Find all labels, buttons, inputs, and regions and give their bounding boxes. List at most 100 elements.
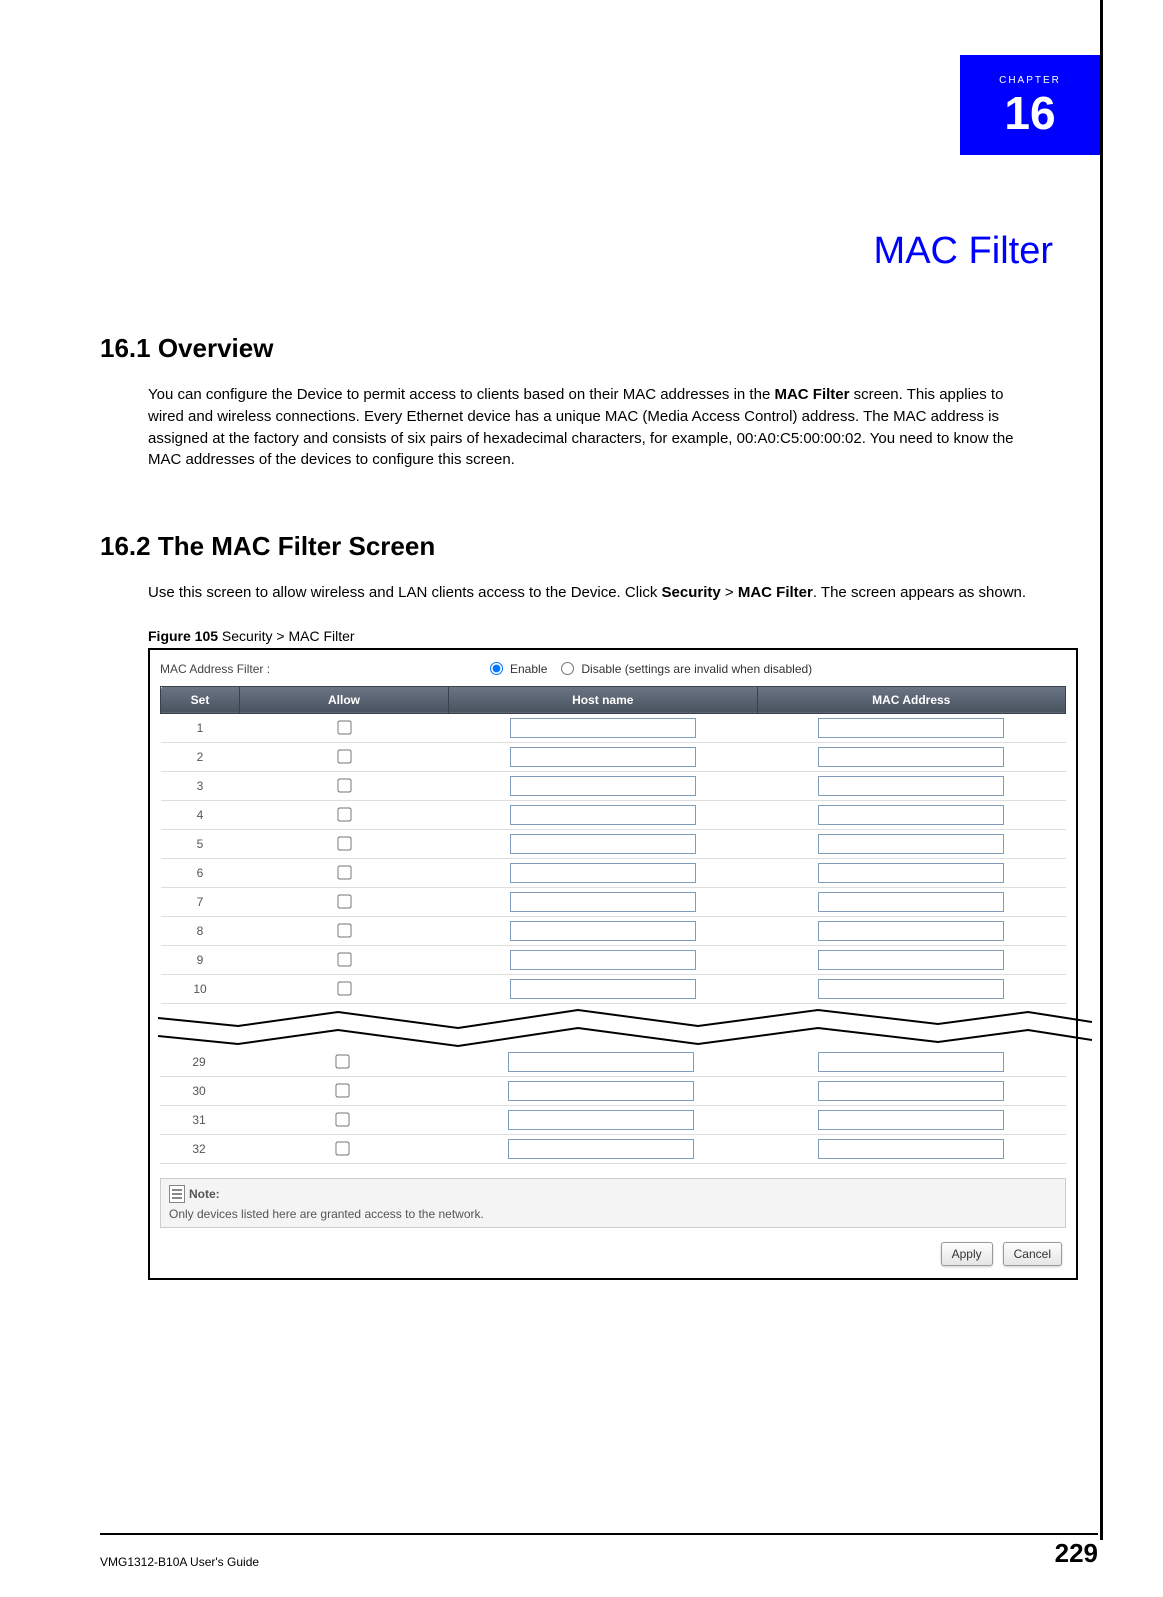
button-row: Apply Cancel <box>160 1242 1062 1266</box>
set-cell: 1 <box>161 713 240 742</box>
body-text: You can configure the Device to permit a… <box>148 386 774 403</box>
allow-checkbox[interactable] <box>335 1055 349 1069</box>
allow-cell <box>240 945 449 974</box>
mac-cell <box>757 829 1066 858</box>
cancel-button[interactable]: Cancel <box>1003 1242 1062 1266</box>
mac-input[interactable] <box>818 747 1004 767</box>
host-cell <box>449 887 758 916</box>
mac-cell <box>757 916 1066 945</box>
figure-number: Figure 105 <box>148 628 218 644</box>
host-input[interactable] <box>510 892 696 912</box>
host-input[interactable] <box>510 863 696 883</box>
note-title: Note: <box>189 1187 220 1201</box>
allow-checkbox[interactable] <box>337 837 351 851</box>
col-mac: MAC Address <box>757 686 1066 713</box>
allow-cell <box>240 800 449 829</box>
set-cell: 10 <box>161 974 240 1003</box>
disable-radio[interactable] <box>561 662 574 675</box>
host-input[interactable] <box>508 1052 694 1072</box>
allow-cell <box>240 829 449 858</box>
mac-cell <box>756 1076 1066 1105</box>
footer-rule <box>100 1533 1098 1535</box>
apply-button[interactable]: Apply <box>941 1242 993 1266</box>
set-cell: 7 <box>161 887 240 916</box>
mac-input[interactable] <box>818 1139 1004 1159</box>
table-row: 3 <box>161 771 1066 800</box>
table-row: 8 <box>161 916 1066 945</box>
set-cell: 5 <box>161 829 240 858</box>
mac-input[interactable] <box>818 921 1004 941</box>
mac-input[interactable] <box>818 834 1004 854</box>
allow-cell <box>238 1048 446 1077</box>
set-cell: 30 <box>160 1076 238 1105</box>
host-input[interactable] <box>510 950 696 970</box>
mac-input[interactable] <box>818 1052 1004 1072</box>
allow-checkbox[interactable] <box>337 953 351 967</box>
allow-checkbox[interactable] <box>337 779 351 793</box>
body-bold: Security <box>662 584 721 601</box>
host-input[interactable] <box>510 776 696 796</box>
mac-input[interactable] <box>818 1081 1004 1101</box>
mac-cell <box>757 713 1066 742</box>
host-input[interactable] <box>510 747 696 767</box>
guide-name: VMG1312-B10A User's Guide <box>100 1555 259 1569</box>
table-row: 7 <box>161 887 1066 916</box>
mac-input[interactable] <box>818 1110 1004 1130</box>
host-input[interactable] <box>508 1110 694 1130</box>
host-input[interactable] <box>510 834 696 854</box>
allow-cell <box>240 858 449 887</box>
host-input[interactable] <box>508 1139 694 1159</box>
table-row: 9 <box>161 945 1066 974</box>
allow-checkbox[interactable] <box>335 1142 349 1156</box>
table-header: Set Allow Host name MAC Address <box>161 686 1066 713</box>
set-cell: 32 <box>160 1134 238 1163</box>
host-input[interactable] <box>508 1081 694 1101</box>
enable-radio[interactable] <box>490 662 503 675</box>
host-input[interactable] <box>510 718 696 738</box>
host-cell <box>449 713 758 742</box>
mac-filter-screenshot: MAC Address Filter : Enable Disable (set… <box>148 648 1078 1280</box>
figure-caption: Figure 105 Security > MAC Filter <box>148 628 1063 644</box>
body-bold: MAC Filter <box>738 584 813 601</box>
allow-checkbox[interactable] <box>335 1113 349 1127</box>
mac-input[interactable] <box>818 950 1004 970</box>
mac-cell <box>757 887 1066 916</box>
host-input[interactable] <box>510 979 696 999</box>
host-input[interactable] <box>510 921 696 941</box>
set-cell: 31 <box>160 1105 238 1134</box>
host-cell <box>449 945 758 974</box>
filter-row: MAC Address Filter : Enable Disable (set… <box>160 662 1066 676</box>
host-cell <box>449 771 758 800</box>
allow-cell <box>240 916 449 945</box>
enable-label: Enable <box>510 662 547 676</box>
allow-checkbox[interactable] <box>337 721 351 735</box>
mac-input[interactable] <box>818 718 1004 738</box>
host-cell <box>449 974 758 1003</box>
figure-title: Security > MAC Filter <box>218 628 355 644</box>
allow-checkbox[interactable] <box>335 1084 349 1098</box>
mac-input[interactable] <box>818 892 1004 912</box>
col-host: Host name <box>449 686 758 713</box>
allow-checkbox[interactable] <box>337 982 351 996</box>
table-row: 30 <box>160 1076 1066 1105</box>
allow-checkbox[interactable] <box>337 750 351 764</box>
mac-input[interactable] <box>818 863 1004 883</box>
allow-cell <box>238 1134 446 1163</box>
table-body-top: 12345678910 <box>161 713 1066 1003</box>
mac-input[interactable] <box>818 776 1004 796</box>
host-cell <box>449 829 758 858</box>
table-row: 1 <box>161 713 1066 742</box>
allow-checkbox[interactable] <box>337 866 351 880</box>
allow-checkbox[interactable] <box>337 895 351 909</box>
mac-input[interactable] <box>818 979 1004 999</box>
host-input[interactable] <box>510 805 696 825</box>
chapter-title: MAC Filter <box>100 230 1053 273</box>
chapter-label: CHAPTER <box>999 75 1061 86</box>
mac-table: Set Allow Host name MAC Address 12345678… <box>160 686 1066 1004</box>
allow-checkbox[interactable] <box>337 924 351 938</box>
allow-checkbox[interactable] <box>337 808 351 822</box>
host-cell <box>449 916 758 945</box>
content-break <box>160 1002 1066 1050</box>
mac-input[interactable] <box>818 805 1004 825</box>
body-bold: MAC Filter <box>774 386 849 403</box>
